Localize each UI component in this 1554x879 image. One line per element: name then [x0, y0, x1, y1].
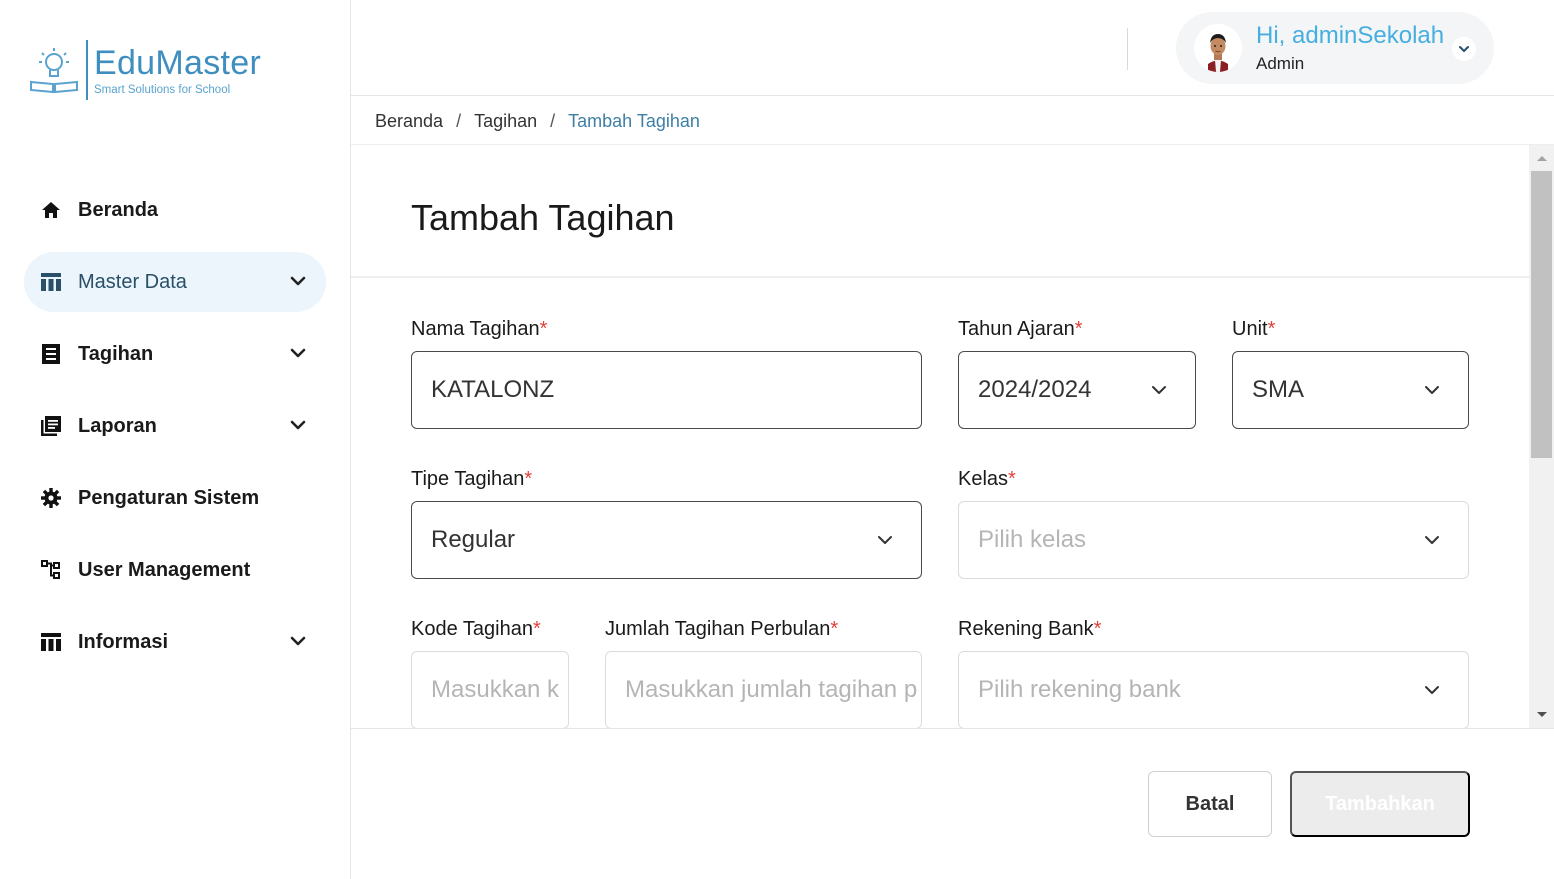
cancel-button[interactable]: Batal [1148, 771, 1272, 837]
list-icon [40, 343, 62, 365]
nama-tagihan-input[interactable]: KATALONZ [411, 351, 922, 429]
chevron-down-icon [1425, 686, 1439, 694]
chevron-down-icon [290, 276, 306, 286]
sidebar: EduMaster Smart Solutions for School Ber… [0, 0, 351, 879]
breadcrumb: Beranda / Tagihan / Tambah Tagihan [375, 108, 700, 134]
chevron-down-icon [290, 348, 306, 358]
scroll-down-arrow-icon[interactable] [1529, 706, 1554, 724]
content-scrollbar[interactable] [1529, 145, 1554, 728]
breadcrumb-item-tagihan[interactable]: Tagihan [474, 111, 537, 132]
logo-divider [86, 40, 88, 100]
scrollbar-thumb[interactable] [1531, 171, 1552, 458]
sidebar-item-label: Master Data [78, 270, 187, 293]
jumlah-tagihan-label: Jumlah Tagihan Perbulan* [605, 618, 839, 640]
lightbulb-book-icon [30, 48, 78, 94]
kode-tagihan-input[interactable]: Masukkan k [411, 651, 569, 728]
chevron-down-icon [1425, 386, 1439, 394]
home-icon [40, 199, 62, 221]
form-card: Tambah Tagihan Nama Tagihan* KATALONZ Ta… [351, 145, 1529, 728]
kelas-select[interactable]: Pilih kelas [958, 501, 1469, 579]
sidebar-item-beranda[interactable]: Beranda [24, 180, 326, 240]
submit-button[interactable]: Tambahkan [1290, 771, 1470, 837]
kelas-label: Kelas* [958, 468, 1016, 490]
sidebar-nav: Beranda Master Data Tagihan Laporan Peng… [24, 180, 326, 684]
chevron-down-icon [1152, 386, 1166, 394]
chevron-down-icon [290, 636, 306, 646]
chevron-down-icon [878, 536, 892, 544]
sidebar-item-label: Informasi [78, 630, 169, 653]
sidebar-item-label: Pengaturan Sistem [78, 486, 260, 509]
sidebar-item-pengaturan-sistem[interactable]: Pengaturan Sistem [24, 468, 326, 528]
scroll-up-arrow-icon[interactable] [1529, 149, 1554, 167]
tipe-tagihan-label: Tipe Tagihan* [411, 468, 533, 490]
kode-tagihan-label: Kode Tagihan* [411, 618, 541, 640]
gear-icon [40, 487, 62, 509]
rekening-bank-label: Rekening Bank* [958, 618, 1102, 640]
table-icon [40, 631, 62, 653]
breadcrumb-item-beranda[interactable]: Beranda [375, 111, 443, 132]
user-greeting: Hi, adminSekolah [1256, 22, 1445, 49]
rekening-bank-select[interactable]: Pilih rekening bank [958, 651, 1469, 728]
sidebar-item-label: Tagihan [78, 342, 154, 365]
jumlah-tagihan-input[interactable]: Masukkan jumlah tagihan p [605, 651, 922, 728]
user-role: Admin [1256, 54, 1305, 73]
sidebar-item-master-data[interactable]: Master Data [24, 252, 326, 312]
unit-select[interactable]: SMA [1232, 351, 1469, 429]
sidebar-item-tagihan[interactable]: Tagihan [24, 324, 326, 384]
breadcrumb-item-current: Tambah Tagihan [568, 110, 700, 131]
sidebar-item-label: User Management [78, 558, 251, 581]
sidebar-item-laporan[interactable]: Laporan [24, 396, 326, 456]
sidebar-item-label: Laporan [78, 414, 157, 437]
sidebar-item-label: Beranda [78, 198, 159, 221]
footer-divider [351, 728, 1554, 729]
chevron-down-icon[interactable] [1452, 37, 1476, 61]
chevron-down-icon [290, 420, 306, 430]
tahun-ajaran-label: Tahun Ajaran* [958, 318, 1083, 340]
breadcrumb-separator: / [456, 110, 462, 131]
library-icon [40, 415, 62, 437]
brand-tagline: Smart Solutions for School [94, 84, 231, 96]
brand-logo[interactable]: EduMaster Smart Solutions for School [28, 40, 261, 100]
avatar [1194, 24, 1242, 72]
title-divider [351, 276, 1529, 278]
tipe-tagihan-select[interactable]: Regular [411, 501, 922, 579]
sidebar-item-informasi[interactable]: Informasi [24, 612, 326, 672]
user-menu[interactable]: Hi, adminSekolah Admin [1176, 12, 1494, 84]
breadcrumb-separator: / [550, 110, 556, 131]
unit-label: Unit* [1232, 318, 1276, 340]
tahun-ajaran-select[interactable]: 2024/2024 [958, 351, 1196, 429]
nama-tagihan-label: Nama Tagihan* [411, 318, 548, 340]
sidebar-item-user-management[interactable]: User Management [24, 540, 326, 600]
page-title: Tambah Tagihan [411, 197, 675, 238]
brand-name: EduMaster [94, 44, 262, 82]
chevron-down-icon [1425, 536, 1439, 544]
top-header: Hi, adminSekolah Admin [351, 0, 1554, 96]
table-icon [40, 271, 62, 293]
header-divider [1127, 28, 1128, 70]
hierarchy-icon [40, 559, 62, 581]
